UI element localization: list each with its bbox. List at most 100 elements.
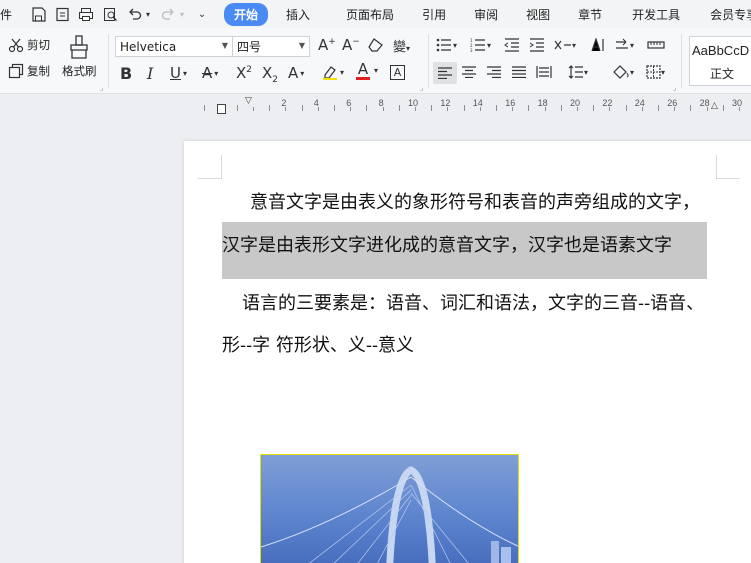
chevron-down-icon: ▼ <box>298 41 305 50</box>
bullet-list-icon <box>436 38 452 52</box>
tab-page-layout[interactable]: 页面布局 <box>336 3 404 26</box>
shading-button[interactable]: ▾ <box>612 65 634 79</box>
decrease-indent-button[interactable] <box>504 38 520 52</box>
right-indent-marker[interactable]: △ <box>711 101 718 111</box>
align-left-button[interactable] <box>433 62 457 84</box>
superscript-button[interactable]: X2 <box>236 64 252 82</box>
line-break-button[interactable]: ▾ <box>614 38 634 52</box>
clear-format-button[interactable] <box>368 38 384 52</box>
format-painter-button[interactable]: 格式刷 <box>62 34 97 79</box>
increase-indent-button[interactable] <box>529 38 545 52</box>
ruler-tick <box>431 105 433 111</box>
ruler-tick <box>398 105 400 111</box>
italic-icon: I <box>147 64 154 83</box>
ruler-tick <box>253 107 254 111</box>
document-page[interactable]: 意音文字是由表义的象形符号和表音的声旁组成的文字， 汉字是由表形文字进化成的意音… <box>184 141 751 563</box>
tab-developer[interactable]: 开发工具 <box>622 3 690 26</box>
ruler-tick <box>722 105 724 111</box>
font-color-dropdown[interactable]: ▾ <box>374 66 378 75</box>
font-name-select[interactable]: Helvetica ▼ <box>115 36 233 57</box>
ruler-tick <box>463 105 465 111</box>
divider <box>108 34 109 88</box>
return-arrow-icon <box>614 38 630 52</box>
cut-button[interactable]: 剪切 <box>8 37 50 53</box>
quick-access-toolbar: ▾ ▾ ⌄ <box>28 4 212 24</box>
highlighter-icon <box>322 64 338 80</box>
subscript-button[interactable]: X2 <box>262 64 278 85</box>
redo-dropdown-icon[interactable]: ▾ <box>178 4 186 24</box>
tab-home[interactable]: 开始 <box>224 2 269 26</box>
line-spacing-button[interactable]: ▾ <box>568 65 588 79</box>
ribbon-toolbar: 剪切 复制 格式刷 Helvetica ▼ 四号 ▼ A+ A− 變▾ B I … <box>0 28 751 94</box>
save-icon[interactable] <box>28 4 48 24</box>
tab-insert[interactable]: 插入 <box>276 3 320 26</box>
bridge-image[interactable] <box>260 454 519 563</box>
strikethrough-button[interactable]: A ▾ <box>202 64 218 82</box>
tab-references[interactable]: 引用 <box>412 3 456 26</box>
ruler-number: 28 <box>699 98 710 108</box>
ruler-number: 12 <box>440 98 451 108</box>
character-border-button[interactable]: A <box>390 65 405 80</box>
ruler-number: 20 <box>570 98 581 108</box>
chevron-down-icon: ▼ <box>221 41 228 50</box>
paragraph-line-3[interactable]: 语言的三要素是：语音、词汇和语法，文字的三音--语音、 <box>242 289 704 315</box>
paragraph-line-1[interactable]: 意音文字是由表义的象形符号和表音的声旁组成的文字， <box>250 188 700 214</box>
justify-button[interactable] <box>512 66 526 78</box>
phonetic-guide-button[interactable]: 變▾ <box>393 36 410 55</box>
strikethrough-icon: A <box>202 64 213 82</box>
print-preview-icon[interactable] <box>100 4 120 24</box>
font-color-button[interactable]: A <box>356 62 370 80</box>
align-center-button[interactable] <box>462 66 476 78</box>
borders-button[interactable]: ▾ <box>646 65 665 79</box>
text-effect-icon: A <box>288 64 299 82</box>
tab-chapter[interactable]: 章节 <box>568 3 612 26</box>
copy-button[interactable]: 复制 <box>8 63 50 79</box>
highlight-button[interactable]: ▾ <box>322 64 344 80</box>
align-right-button[interactable] <box>487 66 501 78</box>
font-launcher-icon[interactable]: ⌟ <box>420 84 423 92</box>
italic-button[interactable]: I <box>147 64 153 83</box>
first-line-indent-marker[interactable]: ▽ <box>245 96 252 106</box>
paragraph-line-4[interactable]: 形--字 符形状、义--意义 <box>222 331 414 357</box>
style-gallery-item[interactable]: AaBbCcD 正文 <box>689 36 751 86</box>
tab-member[interactable]: 会员专享 <box>700 3 751 26</box>
horizontal-ruler[interactable]: 2468101214161820222426283032 ▽ △ <box>0 95 751 115</box>
divider <box>681 34 682 88</box>
numbering-button[interactable]: 1 2 3 ▾ <box>470 38 491 52</box>
tab-view[interactable]: 视图 <box>516 3 560 26</box>
bold-icon: B <box>120 64 133 83</box>
ruler-number: 14 <box>472 98 483 108</box>
font-size-select[interactable]: 四号 ▼ <box>232 36 310 57</box>
ruler-number: 2 <box>281 98 287 108</box>
ruler-number: 8 <box>378 98 384 108</box>
paragraph-line-2-selected[interactable]: 汉字是由表形文字进化成的意音文字，汉字也是语素文字 <box>222 231 672 257</box>
undo-dropdown-icon[interactable]: ▾ <box>144 4 152 24</box>
tab-review[interactable]: 审阅 <box>464 3 508 26</box>
bold-button[interactable]: B <box>120 64 132 83</box>
tab-leader-button[interactable] <box>647 38 665 52</box>
copy-label: 复制 <box>27 64 50 78</box>
redo-icon[interactable] <box>158 4 178 24</box>
ruler-number: 24 <box>634 98 645 108</box>
chinese-layout-button[interactable]: ▾ <box>554 38 576 52</box>
bullets-button[interactable]: ▾ <box>436 38 457 52</box>
undo-icon[interactable] <box>124 4 144 24</box>
distributed-button[interactable] <box>536 65 552 79</box>
decrease-font-size-button[interactable]: A− <box>342 36 360 54</box>
paragraph-launcher-icon[interactable]: ⌟ <box>673 84 676 92</box>
text-direction-button[interactable] <box>590 38 606 52</box>
clipboard-launcher-icon[interactable]: ⌟ <box>100 84 103 92</box>
phonetic-icon: 變▾ <box>393 40 411 55</box>
left-indent-marker[interactable] <box>217 104 226 114</box>
customize-toolbar-icon[interactable]: ⌄ <box>192 4 212 24</box>
text-effect-button[interactable]: A ▾ <box>288 64 304 82</box>
increase-font-size-button[interactable]: A+ <box>318 36 336 54</box>
print-icon[interactable] <box>76 4 96 24</box>
ruler-tick <box>528 105 530 111</box>
file-menu[interactable]: 件 <box>0 3 14 26</box>
ruler-tick <box>690 105 692 111</box>
export-pdf-icon[interactable] <box>52 4 72 24</box>
underline-button[interactable]: U ▾ <box>170 64 187 82</box>
chinese-layout-icon <box>554 38 572 52</box>
text-direction-icon <box>590 38 606 52</box>
